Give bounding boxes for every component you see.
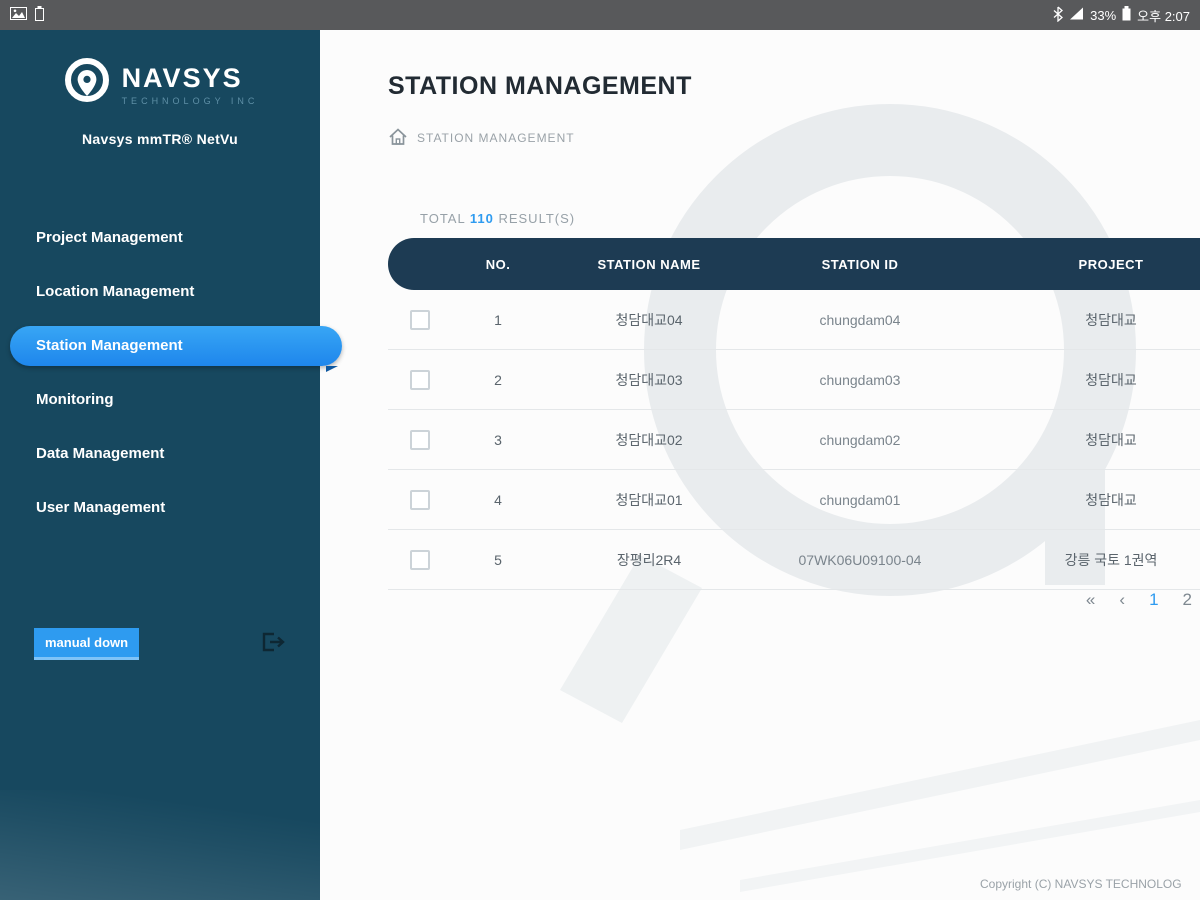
row-station-id: 07WK06U09100-04 xyxy=(754,552,966,568)
home-icon[interactable] xyxy=(388,127,408,149)
bluetooth-icon xyxy=(1053,6,1063,25)
row-station-name: 청담대교04 xyxy=(544,310,754,330)
status-bar: 33% 오후 2:07 xyxy=(0,0,1200,30)
product-name: Navsys mmTR® NetVu xyxy=(0,131,320,147)
main-content: STATION MANAGEMENT STATION MANAGEMENT TO… xyxy=(320,30,1200,900)
stations-table: NO. STATION NAME STATION ID PROJECT 1 청담… xyxy=(388,238,1200,590)
row-project: 청담대교 xyxy=(966,430,1200,450)
pagination-first[interactable]: « xyxy=(1086,590,1095,610)
row-station-id: chungdam01 xyxy=(754,492,966,508)
status-time: 오후 2:07 xyxy=(1137,6,1190,25)
row-no: 4 xyxy=(452,492,544,508)
table-row[interactable]: 5 장평리2R4 07WK06U09100-04 강릉 국토 1권역 xyxy=(388,530,1200,590)
total-results: TOTAL 110 RESULT(S) xyxy=(420,211,1200,226)
pagination: « ‹ 1 2 xyxy=(1086,590,1192,610)
row-station-name: 청담대교01 xyxy=(544,490,754,510)
navsys-logo-icon xyxy=(62,56,112,115)
pagination-page-1[interactable]: 1 xyxy=(1149,590,1158,610)
breadcrumb-label: STATION MANAGEMENT xyxy=(417,131,575,145)
app-screen: 33% 오후 2:07 NAVSY xyxy=(0,0,1200,900)
battery-status-icon xyxy=(1122,6,1131,24)
logout-icon[interactable] xyxy=(260,630,286,659)
table-row[interactable]: 4 청담대교01 chungdam01 청담대교 xyxy=(388,470,1200,530)
row-station-name: 장평리2R4 xyxy=(544,550,754,570)
sidebar-bottom: manual down xyxy=(0,628,320,660)
row-project: 강릉 국토 1권역 xyxy=(966,550,1200,570)
page-title: STATION MANAGEMENT xyxy=(388,72,1200,101)
sidebar-item-station-management[interactable]: Station Management xyxy=(10,326,342,366)
header-station-name: STATION NAME xyxy=(544,257,754,272)
header-station-id: STATION ID xyxy=(754,257,966,272)
breadcrumb: STATION MANAGEMENT xyxy=(388,127,1200,149)
sidebar-item-monitoring[interactable]: Monitoring xyxy=(0,373,320,427)
row-station-name: 청담대교03 xyxy=(544,370,754,390)
row-no: 5 xyxy=(452,552,544,568)
gallery-notification-icon xyxy=(10,7,27,23)
row-checkbox[interactable] xyxy=(410,430,430,450)
table-row[interactable]: 1 청담대교04 chungdam04 청담대교 xyxy=(388,290,1200,350)
total-label: TOTAL xyxy=(420,211,465,226)
total-suffix: RESULT(S) xyxy=(498,211,575,226)
row-no: 2 xyxy=(452,372,544,388)
copyright-text: Copyright (C) NAVSYS TECHNOLOG xyxy=(980,877,1182,891)
pagination-prev[interactable]: ‹ xyxy=(1119,590,1125,610)
total-count: 110 xyxy=(470,211,494,226)
row-project: 청담대교 xyxy=(966,490,1200,510)
row-no: 3 xyxy=(452,432,544,448)
table-header-row: NO. STATION NAME STATION ID PROJECT xyxy=(388,238,1200,290)
row-no: 1 xyxy=(452,312,544,328)
manual-download-button[interactable]: manual down xyxy=(34,628,139,660)
row-project: 청담대교 xyxy=(966,370,1200,390)
brand-subtitle: TECHNOLOGY INC xyxy=(122,96,259,106)
sidebar-item-location-management[interactable]: Location Management xyxy=(0,265,320,319)
signal-icon xyxy=(1069,7,1084,23)
battery-percent-text: 33% xyxy=(1090,8,1116,23)
brand-name: NAVSYS xyxy=(122,65,259,92)
sidebar-item-project-management[interactable]: Project Management xyxy=(0,211,320,265)
sidebar: NAVSYS TECHNOLOGY INC Navsys mmTR® NetVu… xyxy=(0,30,320,900)
table-row[interactable]: 2 청담대교03 chungdam03 청담대교 xyxy=(388,350,1200,410)
table-row[interactable]: 3 청담대교02 chungdam02 청담대교 xyxy=(388,410,1200,470)
row-checkbox[interactable] xyxy=(410,310,430,330)
row-station-id: chungdam03 xyxy=(754,372,966,388)
sidebar-item-data-management[interactable]: Data Management xyxy=(0,427,320,481)
brand-block: NAVSYS TECHNOLOGY INC Navsys mmTR® NetVu xyxy=(0,30,320,147)
row-station-id: chungdam02 xyxy=(754,432,966,448)
row-checkbox[interactable] xyxy=(410,490,430,510)
row-station-name: 청담대교02 xyxy=(544,430,754,450)
row-checkbox[interactable] xyxy=(410,550,430,570)
battery-notification-icon xyxy=(35,6,44,24)
row-checkbox[interactable] xyxy=(410,370,430,390)
sidebar-nav: Project Management Location Management S… xyxy=(0,211,320,535)
row-station-id: chungdam04 xyxy=(754,312,966,328)
row-project: 청담대교 xyxy=(966,310,1200,330)
pagination-page-2[interactable]: 2 xyxy=(1183,590,1192,610)
sidebar-item-user-management[interactable]: User Management xyxy=(0,481,320,535)
header-no: NO. xyxy=(452,257,544,272)
header-project: PROJECT xyxy=(966,257,1200,272)
